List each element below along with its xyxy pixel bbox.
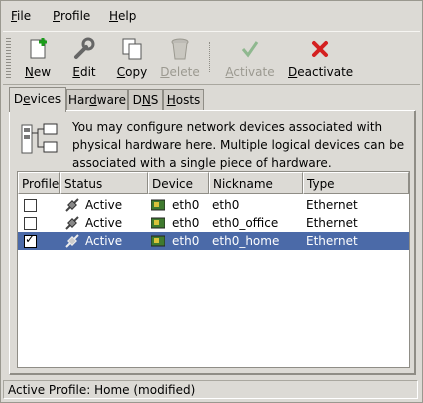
toolbar-grip[interactable] [6, 38, 11, 78]
edit-label: Edit [72, 65, 96, 79]
devices-panel: You may configure network devices associ… [9, 110, 416, 375]
info-text: You may configure network devices associ… [72, 120, 405, 170]
tab-hosts[interactable]: Hosts [163, 89, 204, 110]
wrench-icon [74, 37, 95, 59]
new-button[interactable]: New [14, 34, 62, 82]
checkmark-icon [241, 41, 259, 58]
network-config-window: File Profile Help New Edit Copy Delete A… [0, 0, 423, 403]
deactivate-label: Deactivate [288, 65, 354, 79]
menu-help[interactable]: Help [109, 9, 136, 23]
status-cell: Active [85, 234, 123, 248]
status-bar: Active Profile: Home (modified) [3, 380, 418, 399]
network-card-icon [151, 199, 165, 211]
menubar: File Profile Help [3, 5, 420, 27]
menu-profile[interactable]: Profile [53, 9, 90, 23]
copy-label: Copy [116, 65, 148, 79]
column-status[interactable]: Status [60, 172, 148, 194]
delete-label: Delete [160, 65, 200, 79]
trash-icon [171, 38, 189, 60]
delete-button[interactable]: Delete [156, 34, 204, 82]
toolbar-separator [209, 42, 210, 72]
activate-label: Activate [225, 65, 275, 79]
menu-file[interactable]: File [11, 9, 31, 23]
tab-dns[interactable]: DNS [128, 89, 163, 110]
table-header: Profile Status Device Nickname Type [18, 172, 409, 196]
nickname-cell: eth0 [212, 198, 240, 212]
connection-plug-icon [65, 234, 79, 248]
tab-dns-label: DNS [132, 93, 159, 107]
edit-button[interactable]: Edit [60, 34, 108, 82]
network-card-icon [151, 217, 165, 229]
tab-hosts-label: Hosts [166, 93, 201, 107]
device-cell: eth0 [172, 234, 200, 248]
activate-button[interactable]: Activate [224, 34, 276, 82]
status-cell: Active [85, 198, 123, 212]
tab-devices-label: Devices [13, 92, 62, 106]
type-cell: Ethernet [306, 234, 358, 248]
toolbar: New Edit Copy Delete Activate Deactivate [3, 31, 420, 85]
tab-devices[interactable]: Devices [9, 87, 66, 112]
new-label: New [24, 65, 52, 79]
connection-plug-icon [65, 216, 79, 230]
device-cell: eth0 [172, 216, 200, 230]
device-cell: eth0 [172, 198, 200, 212]
table-row[interactable]: Active eth0 eth0 Ethernet [18, 196, 409, 214]
column-nickname[interactable]: Nickname [209, 172, 303, 194]
x-icon [312, 41, 328, 57]
type-cell: Ethernet [306, 198, 358, 212]
profile-checkbox[interactable] [24, 199, 37, 212]
copy-button[interactable]: Copy [108, 34, 156, 82]
table-row-selected[interactable]: Active eth0 eth0_home Ethernet [18, 232, 409, 250]
new-icon [30, 38, 47, 59]
table-row[interactable]: Active eth0 eth0_office Ethernet [18, 214, 409, 232]
nickname-cell: eth0_home [212, 234, 280, 248]
column-device[interactable]: Device [148, 172, 209, 194]
nickname-cell: eth0_office [212, 216, 279, 230]
column-profile[interactable]: Profile [18, 172, 60, 194]
type-cell: Ethernet [306, 216, 358, 230]
column-type[interactable]: Type [303, 172, 409, 194]
tab-hardware[interactable]: Hardware [66, 89, 128, 110]
profile-checkbox[interactable] [24, 232, 37, 248]
connection-plug-icon [65, 198, 79, 212]
devices-table: Profile Status Device Nickname Type Acti… [17, 171, 410, 368]
deactivate-button[interactable]: Deactivate [288, 34, 354, 82]
profile-checkbox[interactable] [24, 217, 37, 230]
tab-hardware-label: Hardware [68, 93, 126, 107]
network-devices-icon [21, 123, 58, 154]
status-cell: Active [85, 216, 123, 230]
copy-icon [122, 38, 142, 60]
network-card-icon [151, 235, 165, 247]
